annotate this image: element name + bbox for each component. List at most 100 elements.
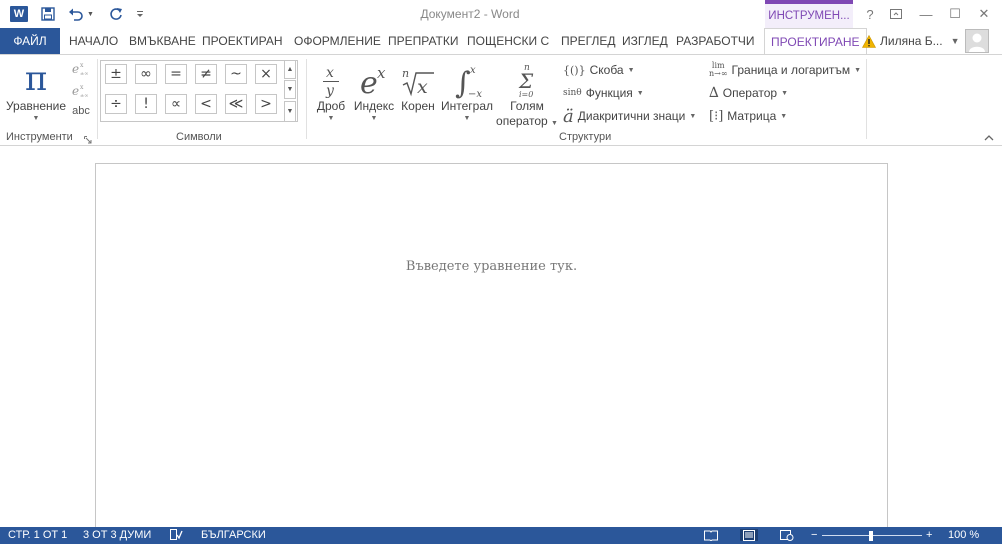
svg-text:±∞: ±∞ [80, 93, 88, 99]
fraction-button[interactable]: x y Дроб ▼ [312, 57, 350, 124]
gallery-scroll-up[interactable]: ▲ [284, 60, 296, 79]
svg-text:x: x [470, 65, 476, 76]
gallery-more-button[interactable]: ▼ [284, 101, 296, 122]
redo-button[interactable] [106, 4, 126, 24]
document-area: Въведете уравнение тук. [0, 147, 1002, 543]
limit-log-button[interactable]: lim n→∞ Граница и логаритъм ▼ [709, 60, 861, 80]
tab-view[interactable]: ИЗГЛЕД [616, 28, 674, 54]
ribbon-display-options-button[interactable] [882, 4, 910, 24]
integral-label: Интеграл [440, 99, 493, 113]
svg-text:x: x [377, 64, 386, 82]
symbol-infinity[interactable]: ∞ [135, 64, 157, 84]
symbol-factorial[interactable]: ! [135, 94, 157, 114]
accent-button[interactable]: ä Диакритични знаци ▼ [563, 105, 696, 127]
help-button[interactable]: ? [856, 4, 884, 24]
read-mode-button[interactable] [704, 529, 718, 541]
function-button[interactable]: sinθ Функция ▼ [563, 83, 644, 103]
tab-mailings[interactable]: ПОЩЕНСКИ С [461, 28, 555, 54]
svg-text:−x: −x [468, 89, 482, 99]
save-icon [41, 7, 55, 21]
svg-text:n: n [402, 67, 409, 80]
close-button[interactable]: ✕ [970, 4, 998, 24]
accent-icon: ä [563, 105, 574, 127]
word-app-icon[interactable]: W [8, 4, 30, 24]
tab-review[interactable]: ПРЕГЛЕД [555, 28, 621, 54]
tools-dialog-launcher[interactable] [84, 133, 94, 144]
maximize-button[interactable]: ☐ [941, 4, 969, 24]
equation-button[interactable]: π Уравнение ▼ [4, 57, 68, 124]
large-operator-label-line2-wrap: оператор ▼ [496, 114, 558, 131]
language-indicator[interactable]: БЪЛГАРСКИ [201, 529, 266, 541]
symbol-tilde[interactable]: ~ [225, 64, 247, 84]
status-bar: СТР. 1 ОТ 1 3 ОТ 3 ДУМИ БЪЛГАРСКИ − + 10… [0, 527, 1002, 544]
customize-quick-access-button[interactable] [133, 4, 147, 24]
svg-text:x: x [80, 84, 84, 91]
tab-developer[interactable]: РАЗРАБОТЧИ [670, 28, 761, 54]
zoom-out-button[interactable]: − [811, 529, 817, 541]
symbol-not-equal[interactable]: ≠ [195, 64, 217, 84]
document-page[interactable]: Въведете уравнение тук. [95, 163, 888, 543]
minimize-button[interactable]: — [912, 4, 940, 24]
symbol-divide[interactable]: ÷ [105, 94, 127, 114]
print-layout-icon [743, 529, 755, 541]
zoom-in-button[interactable]: + [926, 529, 932, 541]
undo-button[interactable]: ▼ [66, 4, 96, 24]
proofing-icon[interactable] [169, 529, 183, 541]
user-account[interactable]: Лиляна Б... ▼ [862, 28, 960, 54]
symbol-equals[interactable]: = [165, 64, 187, 84]
tab-file[interactable]: ФАЙЛ [0, 28, 60, 54]
tab-equation-design[interactable]: ПРОЕКТИРАНЕ [764, 28, 867, 55]
gallery-expand-icon: ▼ [286, 108, 294, 115]
zoom-level[interactable]: 100 % [948, 529, 979, 541]
user-dropdown-icon[interactable]: ▼ [951, 36, 960, 46]
web-layout-button[interactable] [780, 529, 794, 541]
integral-icon: ∫ x −x [440, 57, 494, 99]
warning-icon[interactable] [862, 34, 876, 48]
zoom-slider-thumb[interactable] [869, 531, 873, 541]
symbol-proportional[interactable]: ∝ [165, 94, 187, 114]
integral-button[interactable]: ∫ x −x Интеграл ▼ [440, 57, 494, 124]
page-counter[interactable]: СТР. 1 ОТ 1 [8, 529, 67, 541]
tab-layout[interactable]: ОФОРМЛЕНИЕ [288, 28, 387, 54]
svg-text:y: y [325, 83, 335, 99]
tab-references[interactable]: ПРЕПРАТКИ [382, 28, 464, 54]
symbol-plus-minus[interactable]: ± [105, 64, 127, 84]
professional-format-button[interactable]: e x ±∞ [70, 59, 92, 79]
svg-text:x: x [326, 65, 334, 81]
matrix-button[interactable]: [⁝] Матрица ▼ [709, 106, 787, 126]
matrix-dropdown-icon: ▼ [780, 112, 788, 120]
save-button[interactable] [38, 4, 58, 24]
equation-placeholder[interactable]: Въведете уравнение тук. [96, 259, 887, 274]
function-dropdown-icon: ▼ [636, 89, 644, 97]
user-name[interactable]: Лиляна Б... [880, 34, 943, 48]
bracket-button[interactable]: {()} Скоба ▼ [563, 60, 635, 80]
symbol-much-less-than[interactable]: ≪ [225, 94, 247, 114]
gallery-scroll-down[interactable]: ▼ [284, 80, 296, 99]
equation-label: Уравнение [5, 99, 67, 113]
limit-icon: lim n→∞ [709, 61, 728, 78]
avatar[interactable] [965, 29, 989, 53]
collapse-ribbon-button[interactable] [984, 131, 996, 141]
limit-log-label: Граница и логаритъм [731, 63, 851, 77]
professional-format-icon: e x ±∞ [72, 62, 88, 77]
symbol-less-than[interactable]: < [195, 94, 217, 114]
operator-label: Оператор [722, 86, 778, 100]
svg-text:±∞: ±∞ [80, 71, 88, 77]
tab-home[interactable]: НАЧАЛО [63, 28, 124, 54]
symbol-greater-than[interactable]: > [255, 94, 277, 114]
word-counter[interactable]: 3 ОТ 3 ДУМИ [83, 529, 151, 541]
script-button[interactable]: e x Индекс ▼ [352, 57, 396, 124]
large-operator-button[interactable]: n Σ i=0 Голям оператор ▼ [496, 57, 558, 131]
maximize-icon: ☐ [949, 6, 961, 21]
linear-format-icon: e x ±∞ [72, 84, 88, 99]
linear-format-button[interactable]: e x ±∞ [70, 81, 92, 101]
radical-button[interactable]: n x Корен [398, 57, 438, 114]
operator-icon: ∆ [709, 85, 719, 101]
tab-insert[interactable]: ВМЪКВАНЕ [123, 28, 202, 54]
normal-text-button[interactable]: abc [70, 105, 92, 121]
operator-button[interactable]: ∆ Оператор ▼ [709, 83, 788, 103]
tab-design[interactable]: ПРОЕКТИРАН [196, 28, 289, 54]
symbol-times[interactable]: × [255, 64, 277, 84]
print-layout-button[interactable] [740, 529, 758, 541]
undo-dropdown-icon[interactable]: ▼ [87, 11, 94, 18]
